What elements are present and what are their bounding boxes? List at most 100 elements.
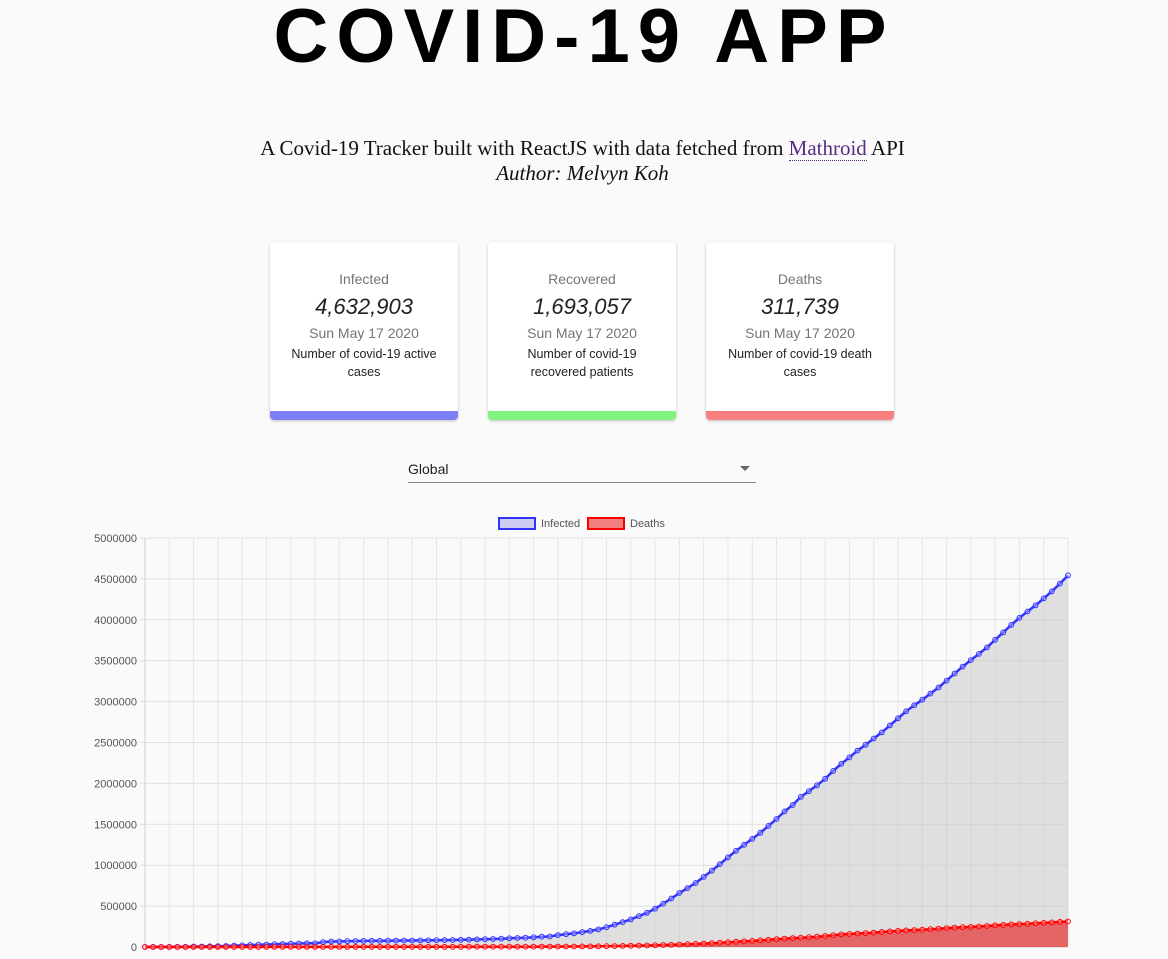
data-point xyxy=(425,943,432,950)
data-point xyxy=(441,937,448,944)
data-point xyxy=(789,802,796,808)
data-point xyxy=(619,943,626,949)
data-point xyxy=(895,715,901,722)
data-point xyxy=(352,938,359,944)
data-point xyxy=(627,942,634,949)
app-title: COVID-19 APP xyxy=(273,0,895,79)
data-point xyxy=(457,943,464,950)
data-point xyxy=(951,924,958,931)
data-point xyxy=(927,690,934,697)
data-point xyxy=(854,747,861,754)
data-point xyxy=(797,794,804,800)
card-infected: Infected 4,632,903 Sun May 17 2020 Numbe… xyxy=(270,242,458,420)
data-point xyxy=(571,943,577,950)
data-point xyxy=(336,944,343,950)
data-point xyxy=(878,929,885,935)
data-point xyxy=(490,936,497,942)
data-point xyxy=(538,943,545,950)
line-chart: 0 500000 1000000 1500000 2000000 2500000 30000… xyxy=(94,517,1071,954)
data-point xyxy=(984,923,990,929)
data-point xyxy=(385,937,391,944)
data-point xyxy=(838,931,845,938)
data-point xyxy=(522,943,529,950)
data-point xyxy=(1048,919,1055,926)
data-point xyxy=(166,944,173,950)
data-point xyxy=(781,808,788,815)
data-point xyxy=(490,943,497,950)
data-point xyxy=(563,931,569,938)
data-point xyxy=(684,941,691,948)
data-point xyxy=(668,941,675,948)
data-point xyxy=(822,775,828,782)
data-point xyxy=(984,644,990,651)
data-point xyxy=(385,943,391,950)
y-tick-label: 1000000 xyxy=(94,860,137,872)
data-point xyxy=(733,847,739,854)
data-point xyxy=(1040,595,1047,602)
data-point xyxy=(806,934,812,941)
legend-item-infected: Infected xyxy=(498,517,580,530)
data-point xyxy=(328,938,335,945)
data-point xyxy=(611,943,618,950)
y-tick-label: 3000000 xyxy=(94,697,137,709)
data-point xyxy=(287,944,294,950)
data-point xyxy=(498,943,505,950)
y-tick-label: 3500000 xyxy=(94,656,137,668)
card-date: Sun May 17 2020 xyxy=(309,325,419,341)
data-point xyxy=(457,936,464,943)
data-point xyxy=(1016,614,1023,621)
data-point xyxy=(636,913,642,920)
data-point xyxy=(749,836,756,842)
data-point xyxy=(951,670,958,677)
subtitle-text-prefix: A Covid-19 Tracker built with ReactJS wi… xyxy=(260,136,789,160)
data-point xyxy=(1016,921,1023,928)
data-point xyxy=(765,823,772,829)
data-point xyxy=(231,944,238,950)
data-point xyxy=(546,933,553,940)
data-point xyxy=(741,841,747,848)
data-point xyxy=(1032,602,1039,609)
data-point xyxy=(603,924,610,931)
data-point xyxy=(1008,622,1015,628)
data-point xyxy=(158,944,165,950)
data-point xyxy=(1000,922,1007,928)
data-point xyxy=(215,944,221,950)
data-point xyxy=(255,944,262,950)
y-tick-label: 4000000 xyxy=(94,615,137,627)
data-point xyxy=(919,926,926,933)
data-point xyxy=(814,782,820,789)
data-point xyxy=(587,943,594,950)
y-tick-label: 4500000 xyxy=(94,574,137,586)
data-point xyxy=(611,921,618,928)
data-point xyxy=(401,943,408,950)
data-point xyxy=(579,929,586,936)
card-description: Number of covid-19 death cases xyxy=(728,347,872,379)
data-point xyxy=(765,936,772,943)
data-point xyxy=(725,854,731,861)
data-point xyxy=(466,943,472,950)
y-tick-label: 0 xyxy=(131,942,137,954)
country-select[interactable]: Global xyxy=(408,458,756,483)
data-point xyxy=(959,924,966,931)
card-label: Infected xyxy=(339,271,389,287)
data-point xyxy=(887,722,893,729)
data-point xyxy=(919,696,926,703)
legend-item-deaths: Deaths xyxy=(587,517,665,530)
data-point xyxy=(449,937,456,943)
data-point xyxy=(708,867,715,874)
data-point xyxy=(749,938,756,944)
data-point xyxy=(806,788,812,795)
data-point xyxy=(967,657,974,664)
data-point xyxy=(376,943,383,950)
data-point xyxy=(360,943,367,950)
data-point xyxy=(563,943,569,950)
data-point xyxy=(959,663,966,670)
data-point xyxy=(546,943,553,950)
y-tick-label: 2000000 xyxy=(94,778,137,790)
data-point xyxy=(409,937,416,944)
card-color-bar xyxy=(488,411,676,420)
data-point xyxy=(976,923,982,930)
data-point xyxy=(992,636,998,643)
mathroid-link[interactable]: Mathroid xyxy=(788,136,867,161)
data-point xyxy=(660,900,667,907)
